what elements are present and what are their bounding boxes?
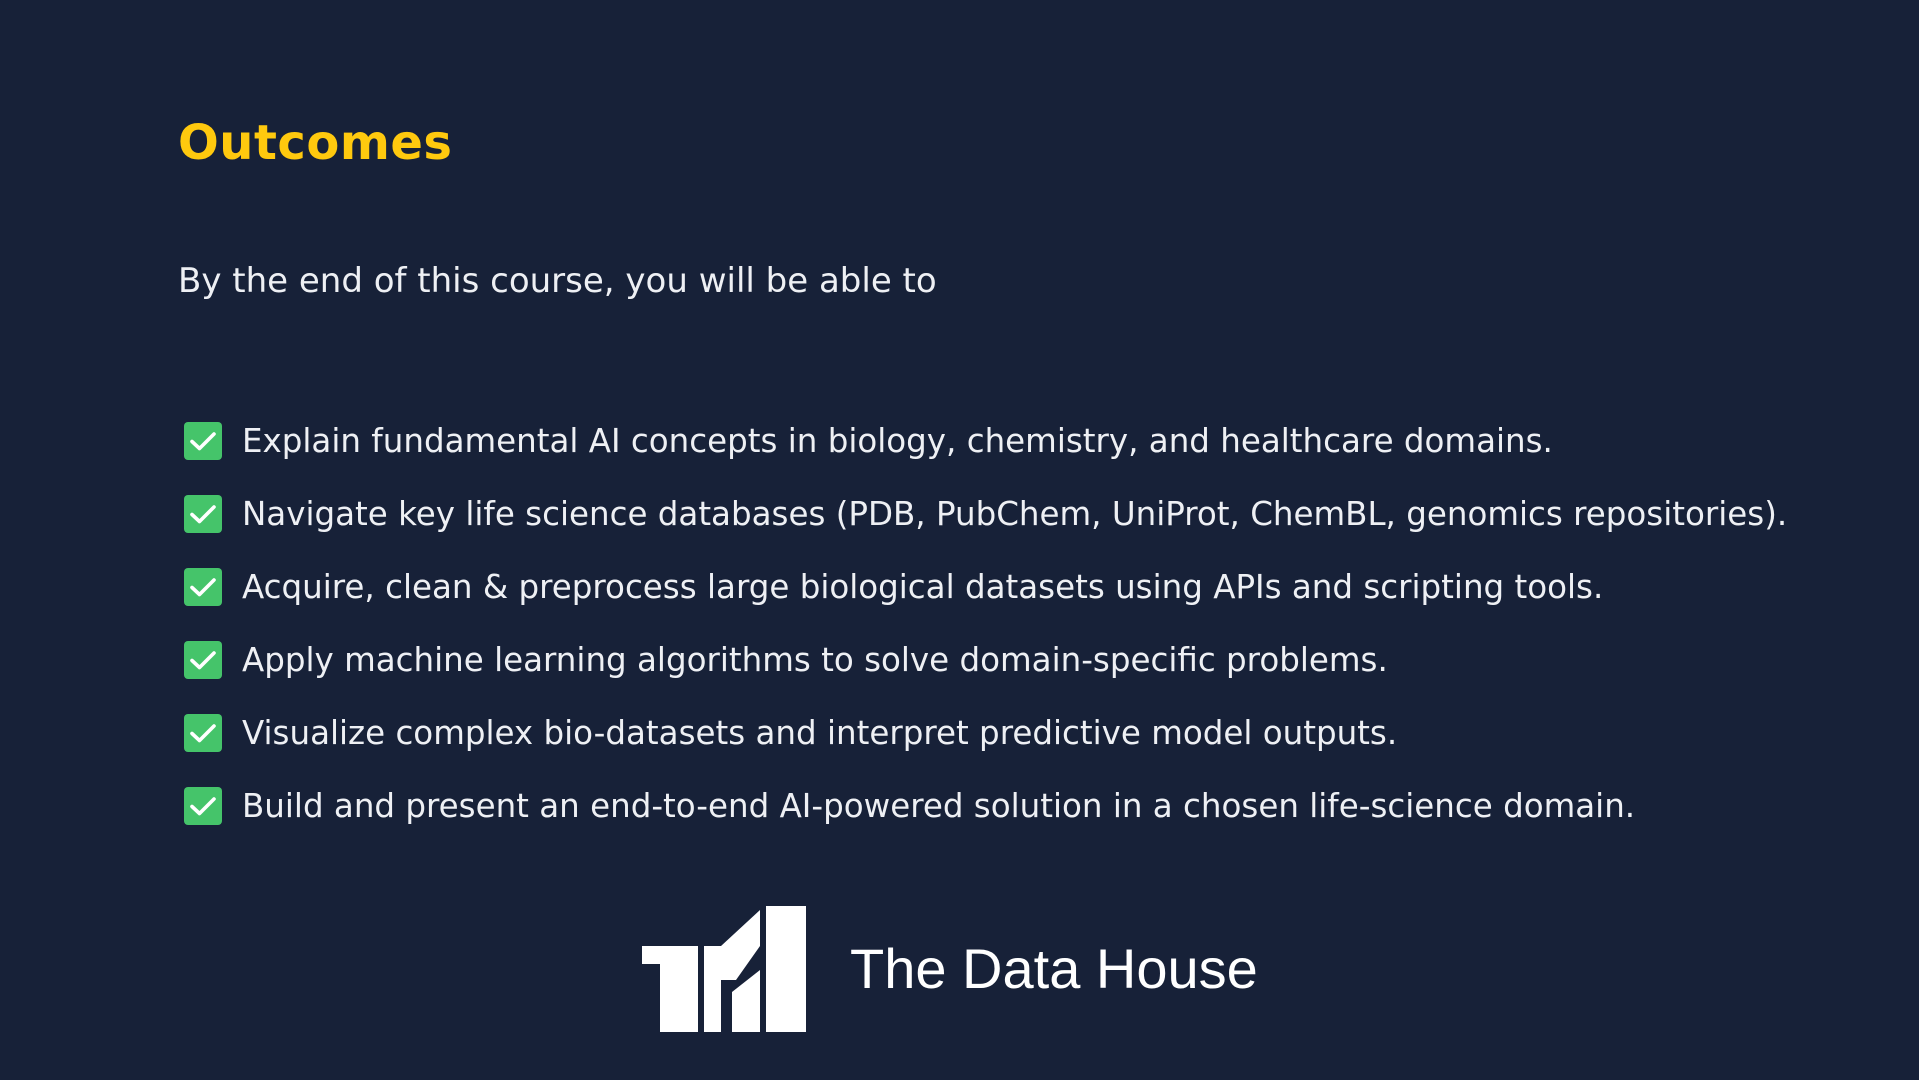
- check-icon: [184, 494, 222, 533]
- outcome-text: Explain fundamental AI concepts in biolo…: [242, 421, 1553, 460]
- the-data-house-logo: [642, 906, 806, 1032]
- outcome-text: Navigate key life science databases (PDB…: [242, 494, 1788, 533]
- check-icon: [184, 786, 222, 825]
- outcome-text: Apply machine learning algorithms to sol…: [242, 640, 1388, 679]
- outcome-text: Visualize complex bio-datasets and inter…: [242, 713, 1398, 752]
- intro-text: By the end of this course, you will be a…: [178, 261, 937, 301]
- outcome-item: Navigate key life science databases (PDB…: [184, 477, 1787, 550]
- slide: Outcomes By the end of this course, you …: [0, 0, 1919, 1080]
- brand-footer: The Data House: [642, 906, 1258, 1032]
- check-icon: [184, 713, 222, 752]
- outcome-item: Acquire, clean & preprocess large biolog…: [184, 550, 1787, 623]
- outcome-text: Build and present an end-to-end AI-power…: [242, 786, 1636, 825]
- outcome-text: Acquire, clean & preprocess large biolog…: [242, 567, 1604, 606]
- check-icon: [184, 567, 222, 606]
- check-icon: [184, 640, 222, 679]
- outcome-item: Apply machine learning algorithms to sol…: [184, 623, 1787, 696]
- outcome-item: Build and present an end-to-end AI-power…: [184, 769, 1787, 842]
- outcome-item: Explain fundamental AI concepts in biolo…: [184, 404, 1787, 477]
- brand-name: The Data House: [850, 937, 1258, 1000]
- outcomes-list: Explain fundamental AI concepts in biolo…: [184, 404, 1787, 842]
- slide-title: Outcomes: [178, 115, 453, 171]
- outcome-item: Visualize complex bio-datasets and inter…: [184, 696, 1787, 769]
- check-icon: [184, 421, 222, 460]
